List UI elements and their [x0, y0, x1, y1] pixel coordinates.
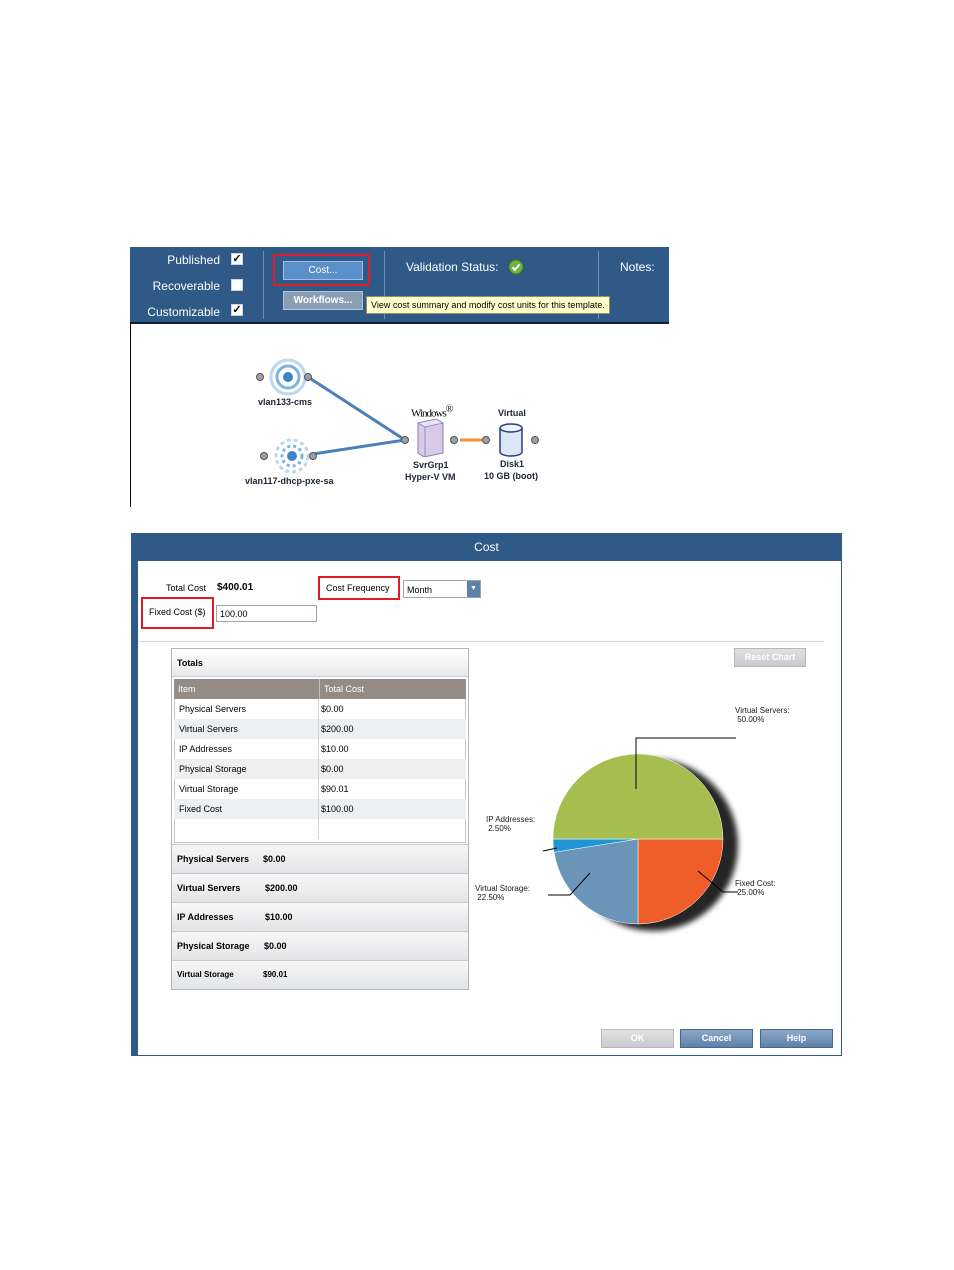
- total-cost-value: $400.01: [217, 582, 254, 593]
- slice-label-ip-addresses: IP Addresses: 2.50%: [486, 815, 536, 833]
- validation-status-label: Validation Status:: [406, 260, 499, 274]
- checkmark-icon: ✓: [232, 304, 242, 316]
- slice-label-fixed-cost: Fixed Cost: 25.00%: [735, 879, 776, 897]
- network-icon[interactable]: [256, 357, 314, 402]
- slice-label-virtual-storage: Virtual Storage: 22.50%: [475, 884, 530, 902]
- cost-button-highlight: [273, 254, 370, 286]
- network-dhcp-icon[interactable]: [260, 436, 318, 481]
- server-icon[interactable]: [400, 418, 460, 462]
- reset-chart-button[interactable]: Reset Chart: [734, 648, 806, 667]
- total-cost-label: Total Cost: [166, 583, 207, 593]
- summary-row[interactable]: Virtual Servers $200.00: [172, 873, 468, 902]
- network-link: [307, 375, 406, 442]
- network-name: vlan133-cms: [258, 397, 313, 407]
- dialog-body: Total Cost $400.01 Cost Frequency Month …: [138, 561, 841, 1055]
- totals-panel: Totals Item Total Cost Physical Servers $…: [171, 648, 469, 990]
- fixed-cost-input[interactable]: 100.00: [216, 605, 317, 622]
- pie-slice-virtual-servers[interactable]: [552, 753, 724, 840]
- table-row[interactable]: Fixed Cost $100.00: [174, 799, 466, 819]
- table-row[interactable]: IP Addresses $10.00: [174, 739, 466, 759]
- validation-ok-icon: [508, 259, 524, 280]
- pie-slice-virtual-storage[interactable]: [553, 838, 639, 925]
- totals-title: Totals: [172, 649, 468, 677]
- server-group-name: SvrGrp1: [413, 460, 449, 470]
- recoverable-checkbox[interactable]: [231, 279, 243, 291]
- template-panel: Published ✓ Recoverable Customizable ✓ C…: [130, 247, 669, 507]
- cost-frequency-select[interactable]: Month ▼: [403, 580, 481, 598]
- checkmark-icon: ✓: [232, 253, 242, 265]
- table-row-empty: [174, 819, 466, 839]
- customizable-checkbox[interactable]: ✓: [231, 304, 243, 316]
- divider: [138, 641, 824, 642]
- network-name: vlan117-dhcp-pxe-sa: [245, 476, 334, 486]
- chevron-down-icon[interactable]: ▼: [467, 581, 480, 597]
- disk-size: 10 GB (boot): [484, 471, 538, 481]
- disk-icon[interactable]: [481, 423, 545, 462]
- network-link: [312, 438, 406, 456]
- column-header-item[interactable]: Item: [174, 679, 319, 699]
- table-row[interactable]: Physical Storage $0.00: [174, 759, 466, 779]
- published-checkbox[interactable]: ✓: [231, 253, 243, 265]
- customizable-label: Customizable: [147, 305, 220, 319]
- column-header-total-cost[interactable]: Total Cost: [319, 679, 466, 699]
- cost-frequency-highlight: [318, 576, 400, 600]
- server-group-type: Hyper-V VM: [405, 472, 456, 482]
- ok-button[interactable]: OK: [601, 1029, 674, 1048]
- table-row[interactable]: Physical Servers $0.00: [174, 699, 466, 719]
- dialog-title: Cost: [474, 540, 499, 554]
- summary-row[interactable]: Virtual Storage $90.01: [172, 960, 468, 989]
- windows-logo: Windows®: [411, 404, 453, 420]
- workflows-button[interactable]: Workflows...: [283, 291, 363, 310]
- template-diagram: [307, 375, 485, 456]
- table-row[interactable]: Virtual Storage $90.01: [174, 779, 466, 799]
- fixed-cost-highlight: [141, 597, 214, 629]
- slice-label-virtual-servers: Virtual Servers: 50.00%: [735, 706, 790, 724]
- cost-dialog: Cost Total Cost $400.01 Cost Frequency M…: [131, 533, 842, 1056]
- help-button[interactable]: Help: [760, 1029, 833, 1048]
- published-label: Published: [167, 253, 220, 267]
- disk-name: Disk1: [500, 459, 525, 469]
- disk-type-label: Virtual: [498, 408, 526, 418]
- summary-row[interactable]: IP Addresses $10.00: [172, 902, 468, 931]
- cancel-button[interactable]: Cancel: [680, 1029, 753, 1048]
- summary-row[interactable]: Physical Storage $0.00: [172, 931, 468, 960]
- recoverable-label: Recoverable: [152, 279, 220, 293]
- table-row[interactable]: Virtual Servers $200.00: [174, 719, 466, 739]
- summary-row[interactable]: Physical Servers $0.00: [172, 844, 468, 873]
- notes-label: Notes:: [620, 260, 655, 274]
- cost-tooltip: View cost summary and modify cost units …: [366, 296, 610, 314]
- divider: [263, 251, 264, 319]
